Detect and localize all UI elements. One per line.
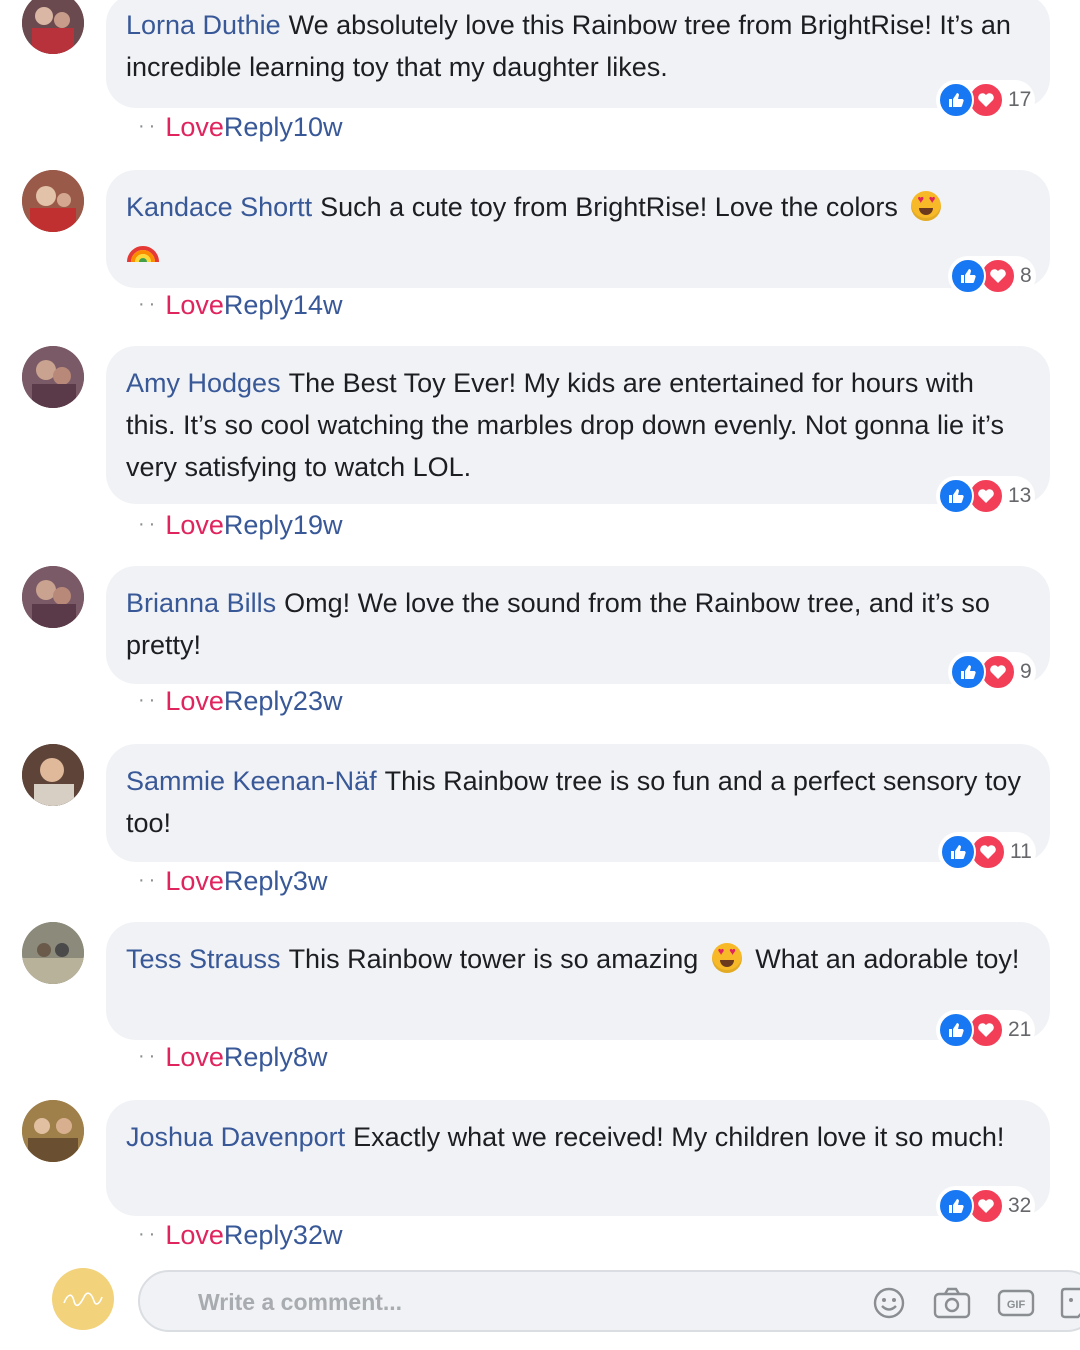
comment-time[interactable]: 23w — [293, 686, 343, 716]
reaction-summary[interactable]: 13 — [936, 476, 1036, 516]
comment-text-part1: This Rainbow tower is so amazing — [288, 944, 699, 974]
gif-icon[interactable]: GIF — [996, 1286, 1036, 1325]
like-icon — [938, 1188, 974, 1224]
comment-time[interactable]: 8w — [293, 1042, 328, 1072]
rainbow-emoji-icon — [126, 234, 160, 276]
avatar[interactable] — [22, 0, 84, 54]
comment-time[interactable]: 10w — [293, 112, 343, 142]
comment-actions: ·· LoveReply3w — [138, 864, 327, 897]
separator-dots: ·· — [138, 869, 160, 891]
reaction-count: 32 — [1008, 1194, 1032, 1217]
comment-bubble: Tess Strauss This Rainbow tower is so ama… — [106, 922, 1050, 1040]
love-button[interactable]: Love — [165, 510, 224, 540]
love-button[interactable]: Love — [165, 290, 224, 320]
comment-author[interactable]: Joshua Davenport — [126, 1122, 345, 1152]
comment-bubble: Kandace Shortt Such a cute toy from Brigh… — [106, 170, 1050, 288]
reaction-count: 11 — [1010, 840, 1032, 863]
avatar[interactable] — [22, 170, 84, 232]
comment-bubble: Amy Hodges The Best Toy Ever! My kids are… — [106, 346, 1050, 504]
like-icon — [938, 82, 974, 118]
camera-icon[interactable] — [932, 1286, 972, 1325]
love-button[interactable]: Love — [165, 866, 224, 896]
reply-button[interactable]: Reply — [224, 866, 293, 896]
separator-dots: ·· — [138, 513, 160, 535]
reaction-summary[interactable]: 9 — [948, 652, 1036, 692]
svg-text:GIF: GIF — [1007, 1299, 1026, 1311]
reply-button[interactable]: Reply — [224, 510, 293, 540]
comment-time[interactable]: 19w — [293, 510, 343, 540]
comment-author[interactable]: Kandace Shortt — [126, 192, 312, 222]
comment-actions: ·· LoveReply8w — [138, 1040, 327, 1073]
reaction-count: 17 — [1008, 88, 1032, 111]
reply-button[interactable]: Reply — [224, 1220, 293, 1250]
avatar[interactable] — [22, 744, 84, 806]
comment-author[interactable]: Lorna Duthie — [126, 10, 281, 40]
comment-input[interactable] — [196, 1284, 840, 1320]
comment-text-part2: What an adorable toy! — [755, 944, 1020, 974]
separator-dots: ·· — [138, 115, 160, 137]
comment-actions: ·· LoveReply14w — [138, 288, 342, 321]
sticker-icon[interactable] — [1058, 1286, 1080, 1325]
comment-composer: GIF — [138, 1270, 1080, 1332]
avatar[interactable] — [22, 922, 84, 984]
comment-actions: ·· LoveReply23w — [138, 684, 342, 717]
reaction-summary[interactable]: 17 — [936, 80, 1036, 120]
heart-eyes-emoji-icon — [911, 191, 942, 221]
reaction-count: 9 — [1020, 660, 1032, 683]
like-icon — [938, 478, 974, 514]
emoji-icon[interactable] — [872, 1286, 906, 1325]
comment-text: Exactly what we received! My children lo… — [353, 1122, 1005, 1152]
current-user-avatar[interactable] — [52, 1268, 114, 1330]
love-button[interactable]: Love — [165, 1220, 224, 1250]
comment-actions: ·· LoveReply10w — [138, 110, 342, 143]
heart-eyes-emoji-icon — [711, 943, 742, 973]
comment-text: Such a cute toy from BrightRise! Love th… — [320, 192, 898, 222]
reaction-count: 8 — [1020, 264, 1032, 287]
reply-button[interactable]: Reply — [224, 112, 293, 142]
reaction-count: 21 — [1008, 1018, 1032, 1041]
love-button[interactable]: Love — [165, 686, 224, 716]
like-icon — [950, 654, 986, 690]
comment-bubble: Brianna Bills Omg! We love the sound from… — [106, 566, 1050, 684]
comment-bubble: Lorna Duthie We absolutely love this Rain… — [106, 0, 1050, 108]
separator-dots: ·· — [138, 1045, 160, 1067]
comment-time[interactable]: 3w — [293, 866, 328, 896]
love-button[interactable]: Love — [165, 112, 224, 142]
comment-bubble: Sammie Keenan-Näf This Rainbow tree is so… — [106, 744, 1050, 862]
like-icon — [940, 834, 976, 870]
comment-actions: ·· LoveReply19w — [138, 508, 342, 541]
reply-button[interactable]: Reply — [224, 1042, 293, 1072]
comment-author[interactable]: Brianna Bills — [126, 588, 276, 618]
comment-bubble: Joshua Davenport Exactly what we received… — [106, 1100, 1050, 1216]
like-icon — [950, 258, 986, 294]
avatar[interactable] — [22, 566, 84, 628]
avatar[interactable] — [22, 346, 84, 408]
avatar[interactable] — [22, 1100, 84, 1162]
like-icon — [938, 1012, 974, 1048]
comment-author[interactable]: Amy Hodges — [126, 368, 281, 398]
reaction-summary[interactable]: 32 — [936, 1186, 1036, 1226]
comment-time[interactable]: 32w — [293, 1220, 343, 1250]
reaction-summary[interactable]: 11 — [938, 832, 1036, 872]
separator-dots: ·· — [138, 689, 160, 711]
reaction-summary[interactable]: 21 — [936, 1010, 1036, 1050]
separator-dots: ·· — [138, 293, 160, 315]
reaction-count: 13 — [1008, 484, 1032, 507]
reply-button[interactable]: Reply — [224, 290, 293, 320]
love-button[interactable]: Love — [165, 1042, 224, 1072]
comment-actions: ·· LoveReply32w — [138, 1218, 342, 1251]
reply-button[interactable]: Reply — [224, 686, 293, 716]
comment-author[interactable]: Sammie Keenan-Näf — [126, 766, 377, 796]
separator-dots: ·· — [138, 1223, 160, 1245]
reaction-summary[interactable]: 8 — [948, 256, 1036, 296]
comment-time[interactable]: 14w — [293, 290, 343, 320]
comment-author[interactable]: Tess Strauss — [126, 944, 281, 974]
